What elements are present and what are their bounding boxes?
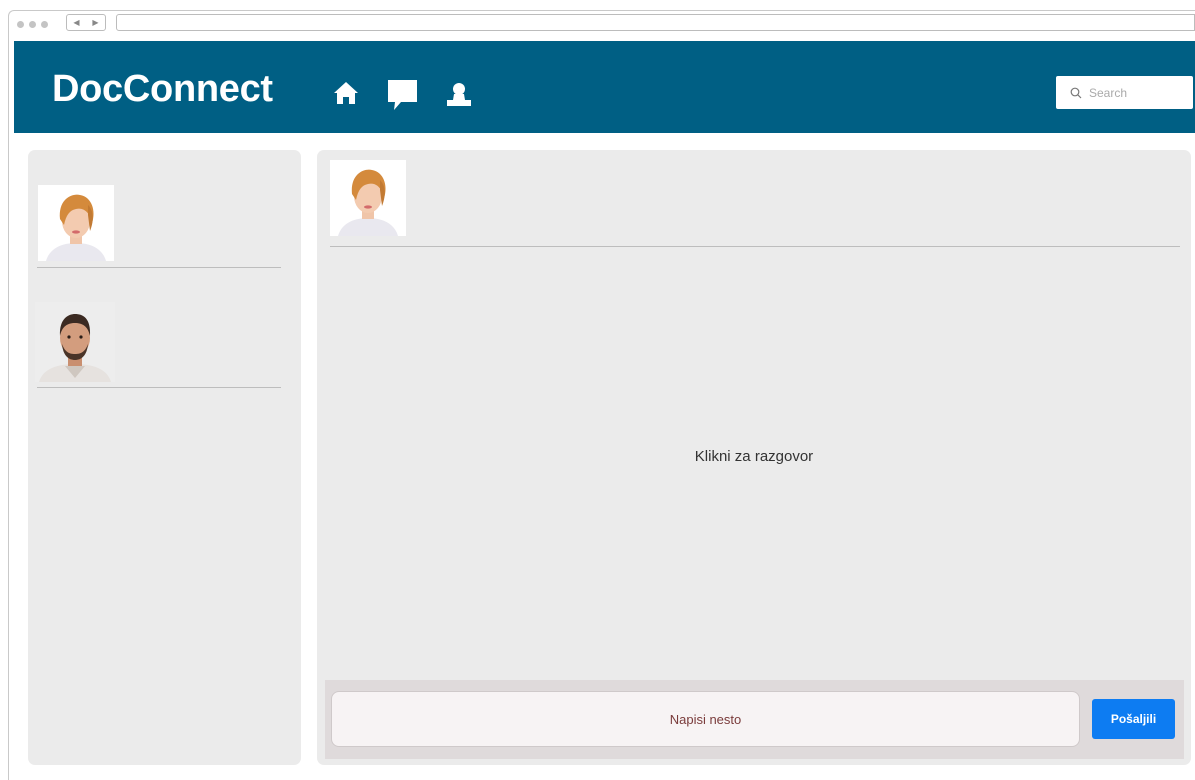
avatar[interactable] bbox=[38, 185, 114, 261]
window-dot-icon[interactable] bbox=[17, 21, 24, 28]
chat-panel: Klikni za razgovor Pošaljili bbox=[317, 150, 1191, 765]
contacts-panel bbox=[28, 150, 301, 765]
browser-window: ◀ ▶ DocConnect Search Klikni za razgovor… bbox=[8, 10, 1195, 780]
woman-portrait-icon bbox=[330, 160, 406, 236]
browser-chrome: ◀ ▶ bbox=[9, 11, 1195, 41]
avatar[interactable] bbox=[35, 302, 115, 382]
window-controls[interactable] bbox=[17, 21, 48, 28]
avatar[interactable] bbox=[330, 160, 406, 236]
send-button[interactable]: Pošaljili bbox=[1092, 699, 1175, 739]
url-bar[interactable] bbox=[116, 14, 1195, 31]
chat-icon[interactable] bbox=[386, 78, 419, 112]
contact-item[interactable] bbox=[37, 150, 281, 268]
empty-chat-message: Klikni za razgovor bbox=[694, 448, 814, 465]
search-input[interactable] bbox=[1089, 85, 1179, 100]
chat-header bbox=[330, 150, 1180, 247]
contact-item[interactable] bbox=[35, 270, 281, 388]
search-box[interactable] bbox=[1056, 76, 1193, 109]
window-dot-icon[interactable] bbox=[41, 21, 48, 28]
user-icon[interactable] bbox=[445, 81, 473, 107]
home-icon[interactable] bbox=[332, 80, 360, 106]
search-icon bbox=[1070, 87, 1082, 98]
browser-nav-buttons[interactable]: ◀ ▶ bbox=[66, 14, 106, 31]
brand-logo[interactable]: DocConnect bbox=[52, 68, 273, 111]
app-header: DocConnect bbox=[14, 41, 1195, 133]
message-input[interactable] bbox=[331, 691, 1080, 747]
man-portrait-icon bbox=[35, 302, 115, 382]
message-composer: Pošaljili bbox=[325, 680, 1184, 759]
forward-arrow-icon[interactable]: ▶ bbox=[92, 18, 98, 27]
back-arrow-icon[interactable]: ◀ bbox=[73, 18, 79, 27]
woman-portrait-icon bbox=[38, 185, 114, 261]
window-dot-icon[interactable] bbox=[29, 21, 36, 28]
